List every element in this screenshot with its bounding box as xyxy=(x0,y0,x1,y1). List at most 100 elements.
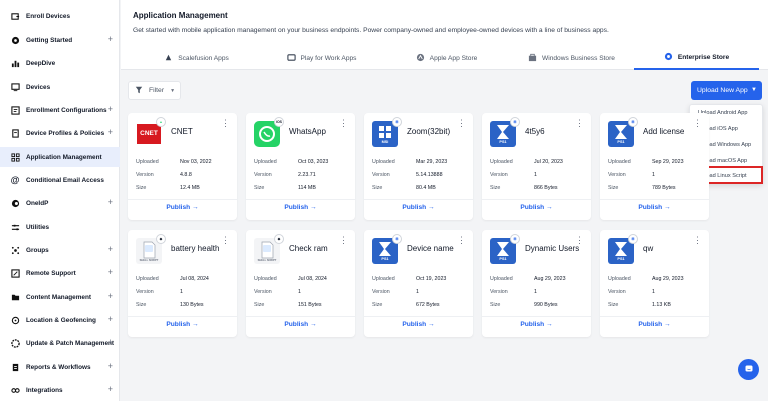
kebab-menu-icon[interactable]: ⋮ xyxy=(221,236,230,245)
sliders-icon xyxy=(10,222,20,232)
kebab-menu-icon[interactable]: ⋮ xyxy=(339,236,348,245)
expand-plus-icon[interactable]: + xyxy=(108,35,113,44)
expand-plus-icon[interactable]: + xyxy=(108,268,113,277)
expand-plus-icon[interactable]: + xyxy=(108,362,113,371)
publish-button[interactable]: Publish → xyxy=(600,204,709,211)
publish-button[interactable]: Publish → xyxy=(364,204,473,211)
expand-plus-icon[interactable]: + xyxy=(108,245,113,254)
logo-text: PS1 xyxy=(499,257,507,261)
app-card[interactable]: CNET ▲ CNET ⋮ Uploaded Nov 03, 2022 Version 4.8… xyxy=(128,113,237,220)
version-value: 4.8.8 xyxy=(180,172,192,178)
expand-plus-icon[interactable]: + xyxy=(108,385,113,394)
sidebar-item-integrations[interactable]: Integrations + xyxy=(0,380,120,400)
kebab-menu-icon[interactable]: ⋮ xyxy=(457,236,466,245)
app-card[interactable]: SHELL SCRIPT ◆ battery health ⋮ Uploaded Jul … xyxy=(128,230,237,337)
sidebar-item-getting-started[interactable]: Getting Started + xyxy=(0,30,120,50)
app-card[interactable]: iOS WhatsApp ⋮ Uploaded Oct 03, 2023 Version 2… xyxy=(246,113,355,220)
kebab-menu-icon[interactable]: ⋮ xyxy=(575,119,584,128)
shell-logo-icon: SHELL SCRIPT ◆ xyxy=(254,234,284,264)
sidebar-item-oneidp[interactable]: OneIdP + xyxy=(0,193,120,213)
sidebar-item-label: Reports & Workflows xyxy=(26,363,91,371)
sidebar-item-groups[interactable]: Groups + xyxy=(0,240,120,260)
expand-plus-icon[interactable]: + xyxy=(108,105,113,114)
kebab-menu-icon[interactable]: ⋮ xyxy=(221,119,230,128)
sidebar-item-content-management[interactable]: Content Management + xyxy=(0,287,120,307)
cnet-logo-icon: CNET ▲ xyxy=(136,117,166,147)
uploaded-value: Nov 03, 2022 xyxy=(180,159,212,165)
ps1-logo-icon: PS1 ⊞ xyxy=(490,117,520,147)
sidebar-item-update-patch[interactable]: Update & Patch Management + xyxy=(0,333,120,353)
kebab-menu-icon[interactable]: ⋮ xyxy=(457,119,466,128)
app-card[interactable]: PS1 ⊞ qw ⋮ Uploaded Aug 29, 2023 Version 1 Size 1… xyxy=(600,230,709,337)
chat-support-button[interactable] xyxy=(738,359,759,380)
expand-plus-icon[interactable]: + xyxy=(108,198,113,207)
size-value: 12.4 MB xyxy=(180,185,200,191)
sidebar-item-reports[interactable]: Reports & Workflows + xyxy=(0,357,120,377)
publish-button[interactable]: Publish → xyxy=(600,321,709,328)
uploaded-label: Uploaded xyxy=(136,276,159,282)
app-card[interactable]: PS1 ⊞ 4t5y6 ⋮ Uploaded Jul 20, 2023 Version 1 Si… xyxy=(482,113,591,220)
expand-plus-icon[interactable]: + xyxy=(108,315,113,324)
tab-play-for-work-apps[interactable]: Play for Work Apps xyxy=(259,46,384,70)
version-label: Version xyxy=(608,172,626,178)
filter-button[interactable]: Filter ▼ xyxy=(128,81,181,100)
size-value: 1.13 KB xyxy=(652,302,671,308)
tab-scalefusion-apps[interactable]: Scalefusion Apps xyxy=(134,46,259,70)
sidebar-item-label: Devices xyxy=(26,83,51,91)
app-name: WhatsApp xyxy=(289,127,326,136)
app-card[interactable]: MSI ⊞ Zoom(32bit) ⋮ Uploaded Mar 29, 2023 Vers… xyxy=(364,113,473,220)
size-value: 866 Bytes xyxy=(534,185,558,191)
kebab-menu-icon[interactable]: ⋮ xyxy=(693,119,702,128)
android-icon: ▲ xyxy=(156,117,166,127)
sidebar-item-device-profiles[interactable]: Device Profiles & Policies + xyxy=(0,123,120,143)
sidebar-item-utilities[interactable]: Utilities xyxy=(0,217,120,237)
uploaded-value: Jul 20, 2023 xyxy=(534,159,563,165)
sidebar-item-remote-support[interactable]: Remote Support + xyxy=(0,263,120,283)
sidebar-item-label: Application Management xyxy=(26,153,102,161)
publish-button[interactable]: Publish → xyxy=(128,204,237,211)
expand-plus-icon[interactable]: + xyxy=(108,292,113,301)
expand-plus-icon[interactable]: + xyxy=(108,128,113,137)
logo-text: SHELL SCRIPT xyxy=(257,259,277,262)
tab-label: Windows Business Store xyxy=(542,54,615,62)
kebab-menu-icon[interactable]: ⋮ xyxy=(575,236,584,245)
sidebar-item-enroll-devices[interactable]: Enroll Devices xyxy=(0,6,120,26)
msi-logo-icon: MSI ⊞ xyxy=(372,117,402,147)
sidebar-item-label: Getting Started xyxy=(26,36,73,44)
card-divider xyxy=(364,199,473,200)
publish-button[interactable]: Publish → xyxy=(128,321,237,328)
publish-button[interactable]: Publish → xyxy=(482,204,591,211)
sidebar-item-devices[interactable]: Devices xyxy=(0,77,120,97)
publish-button[interactable]: Publish → xyxy=(482,321,591,328)
tab-windows-business-store[interactable]: Windows Business Store xyxy=(509,46,634,70)
ios-badge: iOS xyxy=(274,117,284,127)
publish-button[interactable]: Publish → xyxy=(246,204,355,211)
version-label: Version xyxy=(372,172,390,178)
publish-button[interactable]: Publish → xyxy=(246,321,355,328)
app-card[interactable]: PS1 ⊞ Device name ⋮ Uploaded Oct 19, 2023 Vers… xyxy=(364,230,473,337)
uploaded-label: Uploaded xyxy=(254,159,277,165)
publish-button[interactable]: Publish → xyxy=(364,321,473,328)
caret-down-icon: ▼ xyxy=(170,87,176,94)
expand-plus-icon[interactable]: + xyxy=(108,338,113,347)
ps1-logo-icon: PS1 ⊞ xyxy=(372,234,402,264)
reports-icon xyxy=(10,362,20,372)
sidebar-item-enrollment-configurations[interactable]: Enrollment Configurations + xyxy=(0,100,120,120)
card-divider xyxy=(364,316,473,317)
app-card[interactable]: SHELL SCRIPT ◆ Check ram ⋮ Uploaded Jul 08, 2… xyxy=(246,230,355,337)
upload-new-app-button[interactable]: Upload New App ▼ xyxy=(691,81,762,100)
remote-icon xyxy=(10,268,20,278)
kebab-menu-icon[interactable]: ⋮ xyxy=(693,236,702,245)
sidebar-item-application-management[interactable]: Application Management xyxy=(0,147,120,167)
kebab-menu-icon[interactable]: ⋮ xyxy=(339,119,348,128)
at-icon: @ xyxy=(10,175,20,185)
tab-enterprise-store[interactable]: Enterprise Store xyxy=(634,46,759,70)
tab-apple-app-store[interactable]: Apple App Store xyxy=(384,46,509,70)
sidebar-item-location[interactable]: Location & Geofencing + xyxy=(0,310,120,330)
page-title: Application Management xyxy=(133,11,228,20)
sidebar-item-conditional-email[interactable]: @ Conditional Email Access xyxy=(0,170,120,190)
app-card[interactable]: PS1 ⊞ Add license ⋮ Uploaded Sep 29, 2023 Vers… xyxy=(600,113,709,220)
sidebar-item-deepdive[interactable]: DeepDive xyxy=(0,53,120,73)
app-card[interactable]: PS1 ⊞ Dynamic Users ⋮ Uploaded Aug 29, 2023 Ve… xyxy=(482,230,591,337)
uploaded-label: Uploaded xyxy=(254,276,277,282)
